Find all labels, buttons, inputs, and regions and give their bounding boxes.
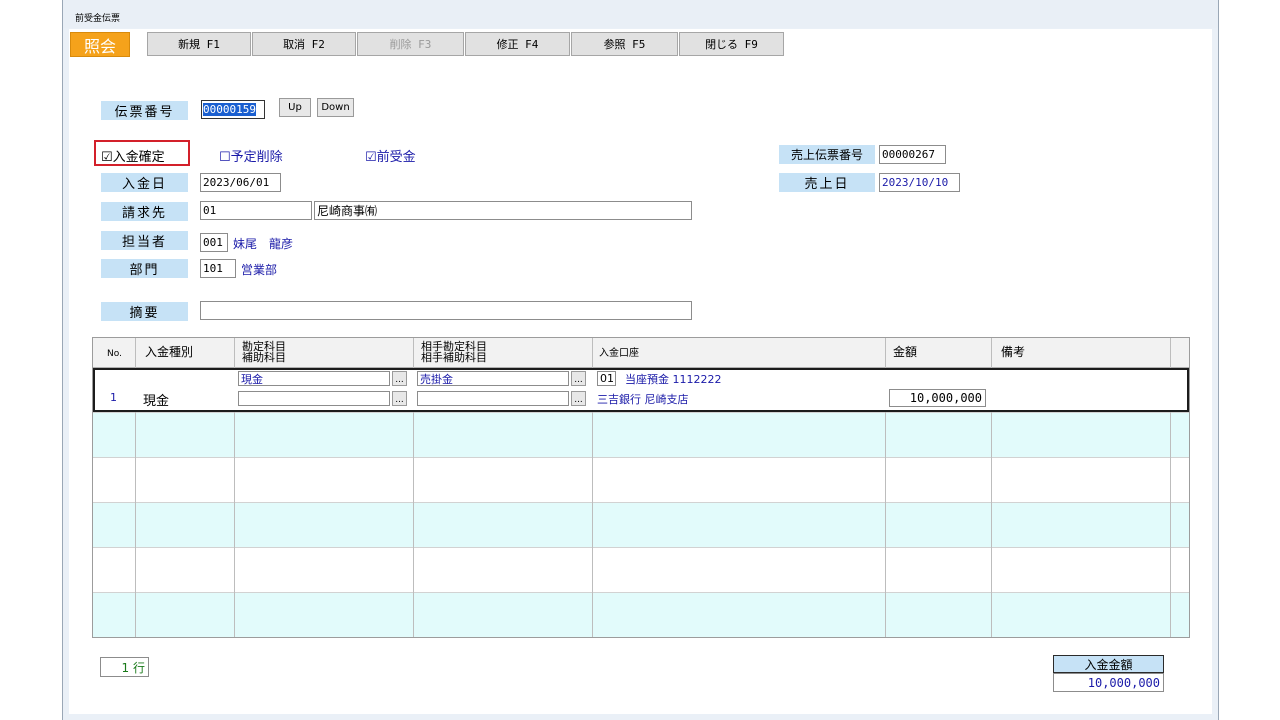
counter-account-lookup-button[interactable]: ... (571, 371, 586, 386)
header-counter-sub: 相手補助科目 (421, 351, 487, 364)
bank-account-line: 当座預金 1112222 (625, 373, 722, 386)
reference-button[interactable]: 参照 F5 (571, 32, 678, 56)
deposit-date-label: 入金日 (101, 173, 188, 192)
staff-label: 担当者 (101, 231, 188, 250)
department-code-field[interactable]: 101 (200, 259, 236, 278)
department-name: 営業部 (241, 263, 278, 277)
billing-code-field[interactable]: 01 (200, 201, 312, 220)
app-window: 前受金伝票 照会 新規 F1 取消 F2 削除 F3 修正 F4 参照 F5 閉… (62, 0, 1219, 720)
cancel-button[interactable]: 取消 F2 (252, 32, 356, 56)
department-label: 部門 (101, 259, 188, 278)
mode-badge: 照会 (70, 32, 130, 57)
header-note: 備考 (1001, 345, 1026, 359)
bank-code-field[interactable]: 01 (597, 371, 616, 386)
header-bank: 入金口座 (599, 348, 639, 359)
memo-field[interactable] (200, 301, 692, 320)
title-bar: 前受金伝票 (63, 0, 1218, 28)
staff-name: 妹尾 龍彦 (233, 237, 294, 251)
header-type: 入金種別 (145, 345, 194, 359)
table-row[interactable]: 1 現金 現金 ... ... 売掛金 ... ... 01 当座預金 1112… (93, 368, 1189, 412)
up-button[interactable]: Up (279, 98, 311, 117)
scheduled-delete-checkbox[interactable]: ☐予定削除 (219, 146, 283, 165)
total-value: 10,000,000 (1053, 673, 1164, 692)
edit-button[interactable]: 修正 F4 (465, 32, 570, 56)
amount-field[interactable]: 10,000,000 (889, 389, 986, 407)
staff-code-field[interactable]: 001 (200, 233, 228, 252)
grid-header: No. 入金種別 勘定科目 補助科目 相手勘定科目 相手補助科目 入金口座 金額… (93, 338, 1189, 368)
sales-slip-no-label: 売上伝票番号 (779, 145, 875, 164)
down-button[interactable]: Down (317, 98, 354, 117)
sales-slip-no-field[interactable]: 00000267 (879, 145, 946, 164)
window-title: 前受金伝票 (75, 14, 121, 24)
sales-date-field[interactable]: 2023/10/10 (879, 173, 960, 192)
total-label: 入金金額 (1053, 655, 1164, 673)
grid-row-empty[interactable] (93, 547, 1189, 592)
account-field[interactable]: 現金 (238, 371, 390, 386)
billing-name-field[interactable]: 尼崎商事㈲ (314, 201, 692, 220)
counter-account-field[interactable]: 売掛金 (417, 371, 569, 386)
account-lookup-button[interactable]: ... (392, 371, 407, 386)
counter-sub-field[interactable] (417, 391, 569, 406)
counter-sub-lookup-button[interactable]: ... (571, 391, 586, 406)
slip-no-label: 伝票番号 (101, 101, 188, 120)
close-button[interactable]: 閉じる F9 (679, 32, 784, 56)
sales-date-label: 売上日 (779, 173, 875, 192)
deposit-confirmed-checkbox[interactable]: ☑入金確定 (101, 146, 165, 165)
sub-account-field[interactable] (238, 391, 390, 406)
sub-account-lookup-button[interactable]: ... (392, 391, 407, 406)
grid-row-empty[interactable] (93, 502, 1189, 547)
row-type: 現金 (143, 394, 170, 409)
slip-no-value: 00000159 (203, 103, 256, 116)
deposit-date-field[interactable]: 2023/06/01 (200, 173, 281, 192)
billing-label: 請求先 (101, 202, 188, 221)
new-button[interactable]: 新規 F1 (147, 32, 251, 56)
advance-payment-checkbox[interactable]: ☑前受金 (365, 146, 416, 165)
grid-row-empty[interactable] (93, 457, 1189, 502)
grid-row-empty[interactable] (93, 412, 1189, 457)
header-amount: 金額 (893, 345, 918, 359)
header-no: No. (107, 349, 122, 359)
header-sub-account: 補助科目 (242, 351, 286, 364)
detail-grid: No. 入金種別 勘定科目 補助科目 相手勘定科目 相手補助科目 入金口座 金額… (92, 337, 1190, 638)
delete-button[interactable]: 削除 F3 (357, 32, 464, 56)
row-no: 1 (110, 391, 117, 404)
memo-label: 摘要 (101, 302, 188, 321)
row-count: 1 行 (100, 657, 149, 677)
slip-no-field[interactable]: 00000159 (201, 100, 265, 119)
bank-branch-line: 三吉銀行 尼崎支店 (597, 393, 689, 406)
grid-row-empty[interactable] (93, 592, 1189, 637)
